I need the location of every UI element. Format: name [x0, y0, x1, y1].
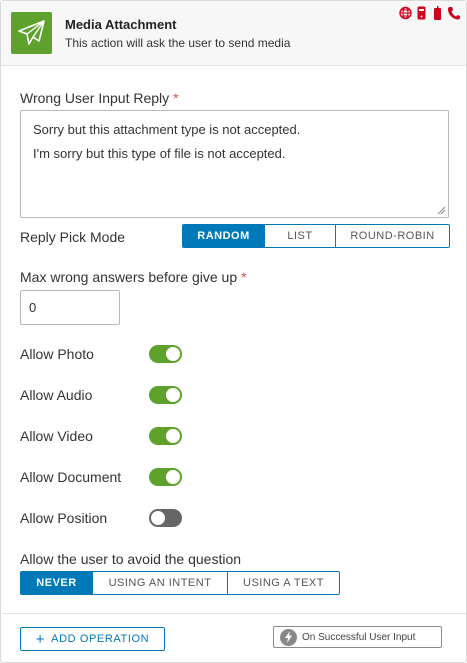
add-operation-label: ADD OPERATION — [51, 633, 150, 645]
wrong-reply-textarea[interactable]: Sorry but this attachment type is not ac… — [20, 110, 449, 218]
card-header: Media Attachment This action will ask th… — [1, 1, 466, 66]
toggle-knob — [166, 470, 180, 484]
max-wrong-label-text: Max wrong answers before give up — [20, 269, 238, 285]
allow-position-toggle[interactable] — [149, 509, 182, 527]
smartphone-icon — [431, 6, 444, 20]
pick-mode-selector: RANDOM LIST ROUND-ROBIN — [182, 224, 450, 248]
allow-audio-label: Allow Audio — [20, 387, 93, 403]
phone-icon — [447, 6, 460, 20]
required-mark: * — [241, 269, 247, 285]
media-attachment-card: Media Attachment This action will ask th… — [0, 0, 467, 663]
wrong-reply-label-text: Wrong User Input Reply — [20, 90, 170, 106]
max-wrong-input[interactable]: 0 — [20, 290, 120, 325]
avoid-using-intent[interactable]: USING AN INTENT — [92, 572, 227, 594]
paper-plane-icon — [11, 12, 52, 54]
add-operation-button[interactable]: + ADD OPERATION — [20, 627, 165, 651]
pick-mode-round-robin[interactable]: ROUND-ROBIN — [335, 225, 449, 247]
max-wrong-label: Max wrong answers before give up * — [20, 269, 247, 285]
required-mark: * — [173, 90, 179, 106]
allow-photo-label: Allow Photo — [20, 346, 94, 362]
plus-icon: + — [35, 630, 46, 648]
wrong-reply-label: Wrong User Input Reply * — [20, 90, 179, 106]
avoid-question-label: Allow the user to avoid the question — [20, 551, 242, 567]
event-selector[interactable]: On Successful User Input — [273, 626, 442, 648]
avoid-using-text[interactable]: USING A TEXT — [227, 572, 339, 594]
allow-photo-toggle[interactable] — [149, 345, 182, 363]
allow-video-toggle[interactable] — [149, 427, 182, 445]
reply-line: Sorry but this attachment type is not ac… — [33, 122, 301, 137]
toggle-knob — [166, 429, 180, 443]
pick-mode-list[interactable]: LIST — [264, 225, 335, 247]
toggle-knob — [166, 347, 180, 361]
avoid-never[interactable]: NEVER — [21, 572, 92, 594]
action-title: Media Attachment — [65, 17, 177, 32]
resize-grip-icon[interactable] — [437, 206, 446, 215]
channel-icons — [399, 6, 460, 20]
globe-icon — [399, 6, 412, 20]
footer-divider — [2, 613, 467, 614]
allow-position-label: Allow Position — [20, 510, 108, 526]
event-label: On Successful User Input — [302, 631, 416, 643]
pick-mode-label: Reply Pick Mode — [20, 229, 126, 245]
allow-document-label: Allow Document — [20, 469, 122, 485]
allow-document-toggle[interactable] — [149, 468, 182, 486]
avoid-question-selector: NEVER USING AN INTENT USING A TEXT — [20, 571, 340, 595]
allow-audio-toggle[interactable] — [149, 386, 182, 404]
action-subtitle: This action will ask the user to send me… — [65, 36, 291, 50]
lightning-icon — [280, 628, 297, 646]
pick-mode-random[interactable]: RANDOM — [183, 225, 264, 247]
toggle-knob — [166, 388, 180, 402]
allow-video-label: Allow Video — [20, 428, 93, 444]
toggle-knob — [151, 511, 165, 525]
mobile-icon — [415, 6, 428, 20]
reply-line: I'm sorry but this type of file is not a… — [33, 146, 286, 161]
